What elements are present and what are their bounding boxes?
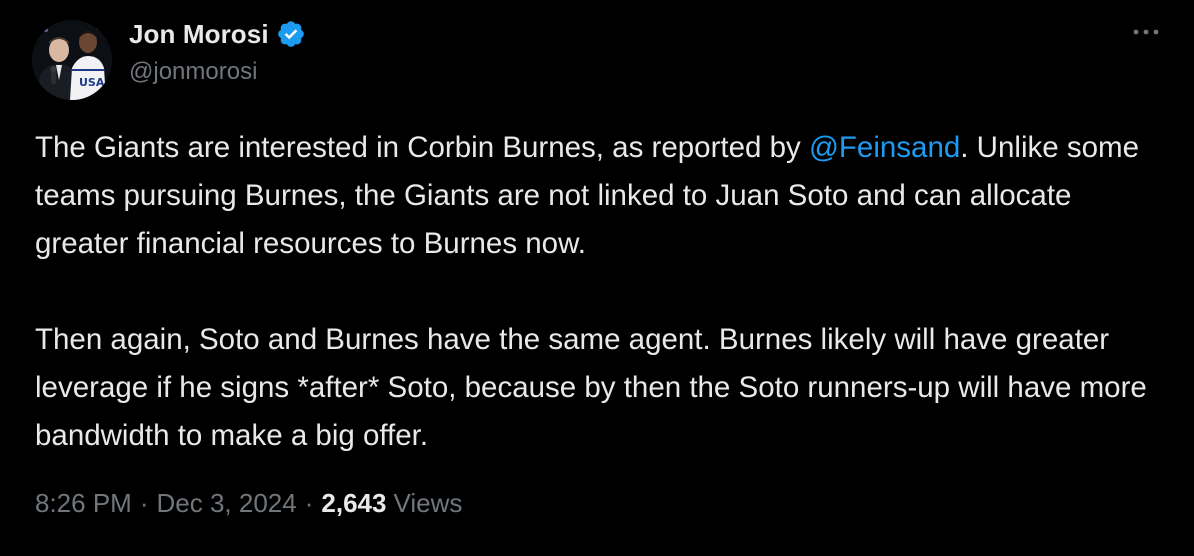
tweet-paragraph-1: The Giants are interested in Corbin Burn… bbox=[35, 124, 1165, 268]
tweet-text: The Giants are interested in Corbin Burn… bbox=[35, 124, 1165, 460]
author-name[interactable]: Jon Morosi bbox=[129, 19, 269, 50]
meta-separator: · bbox=[304, 488, 314, 518]
views-count[interactable]: 2,643 bbox=[321, 488, 386, 519]
verified-badge-icon[interactable] bbox=[276, 19, 306, 49]
author-name-row: Jon Morosi bbox=[129, 16, 306, 52]
svg-text:10: 10 bbox=[98, 89, 111, 99]
more-dots-icon[interactable] bbox=[1128, 20, 1164, 44]
tweet-time[interactable]: 8:26 PM bbox=[35, 488, 132, 519]
meta-separator: · bbox=[139, 488, 149, 518]
avatar[interactable]: USA 10 bbox=[32, 20, 112, 100]
mention-link[interactable]: @Feinsand bbox=[809, 131, 960, 164]
views-label: Views bbox=[393, 488, 463, 518]
avatar-photo: USA 10 bbox=[32, 20, 112, 100]
tweet-text-part: The Giants are interested in Corbin Burn… bbox=[35, 131, 809, 164]
tweet-meta: 8:26 PM · Dec 3, 2024 · 2,643 Views bbox=[35, 488, 462, 519]
tweet-date[interactable]: Dec 3, 2024 bbox=[157, 488, 297, 519]
tweet-paragraph-2: Then again, Soto and Burnes have the sam… bbox=[35, 323, 1147, 452]
author-handle[interactable]: @jonmorosi bbox=[129, 58, 257, 86]
tweet-card: USA 10 Jon Morosi @jonmorosi The Giants … bbox=[0, 0, 1194, 556]
svg-text:USA: USA bbox=[79, 76, 105, 89]
